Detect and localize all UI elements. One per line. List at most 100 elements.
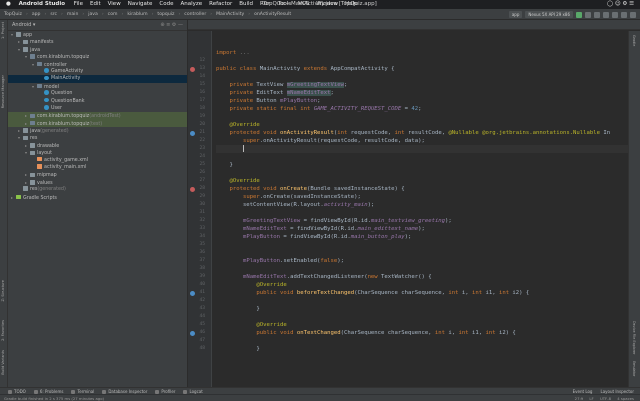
code-line[interactable]: public void beforeTextChanged(CharSequen… — [216, 289, 529, 297]
breadcrumb-item[interactable]: MainActivity — [216, 9, 244, 19]
tree-item[interactable]: activity_main.xml — [8, 164, 187, 171]
breadcrumb-item[interactable]: java — [88, 9, 98, 19]
tree-item[interactable]: ▾ res — [8, 134, 187, 141]
menu-build[interactable]: Build — [239, 0, 253, 9]
code-line[interactable]: mGreetingTextView = findViewById(R.id.ma… — [216, 217, 452, 225]
code-line[interactable]: private static final int GAME_ACTIVITY_R… — [216, 105, 421, 113]
avd-manager-icon[interactable] — [612, 11, 618, 18]
tree-item[interactable]: ▸ mipmap — [8, 171, 187, 178]
code-line[interactable]: @Override — [216, 177, 259, 185]
menu-view[interactable]: View — [108, 0, 121, 9]
tree-item[interactable]: GameActivity — [8, 68, 187, 75]
tree-item[interactable]: ▾ controller — [8, 61, 187, 68]
code-line[interactable]: protected void onActivityResult(int requ… — [216, 129, 610, 137]
tree-item[interactable]: ▾ java — [8, 46, 187, 53]
menu-edit[interactable]: Edit — [90, 0, 101, 9]
override-marker-icon[interactable] — [190, 330, 195, 336]
indent-setting[interactable]: 4 spaces — [617, 396, 634, 401]
sync-icon[interactable] — [603, 11, 609, 18]
override-marker-icon[interactable] — [190, 290, 195, 296]
menu-navigate[interactable]: Navigate — [128, 0, 153, 9]
search-icon[interactable] — [630, 11, 636, 18]
code-line[interactable]: mNameEditText.addTextChangedListener(new… — [216, 273, 432, 281]
code-line[interactable]: public class MainActivity extends AppCom… — [216, 65, 395, 73]
file-encoding[interactable]: UTF-8 — [600, 396, 611, 401]
tree-item[interactable]: ▸ manifests — [8, 38, 187, 45]
code-line[interactable]: mNameEditText = findViewById(R.id.main_e… — [216, 225, 425, 233]
code-line[interactable]: @Override — [216, 121, 259, 129]
left-tab-2[interactable]: Z: Structure — [1, 280, 7, 302]
code-line[interactable]: mPlayButton = findViewById(R.id.main_but… — [216, 233, 411, 241]
tree-item[interactable]: ▸ com.kirablum.topquiz(androidTest) — [8, 112, 187, 120]
override-marker-icon[interactable] — [190, 130, 195, 136]
caret-position[interactable]: 27:9 — [575, 396, 584, 401]
tree-item[interactable]: MainActivity — [8, 75, 187, 83]
code-line[interactable]: protected void onCreate(Bundle savedInst… — [216, 185, 404, 193]
code-line[interactable]: super.onActivityResult(requestCode, resu… — [216, 137, 425, 145]
tree-item[interactable]: res(generated) — [8, 186, 187, 193]
right-tab-2[interactable]: Emulator — [632, 361, 636, 376]
status-message[interactable]: Gradle build finished in 2 s 375 ms (27 … — [4, 396, 104, 401]
project-panel-header[interactable]: Android ▾ ⊕ ≡ ⚙ — — [8, 20, 187, 31]
left-tab-4[interactable]: Build Variants — [1, 350, 7, 375]
breadcrumb-item[interactable]: main — [67, 9, 78, 19]
tree-item[interactable]: ▸ Gradle Scripts — [8, 194, 187, 201]
breadcrumb-item[interactable]: src — [50, 9, 57, 19]
tree-item[interactable]: QuestionBank — [8, 97, 187, 105]
breadcrumb-item[interactable]: com — [108, 9, 118, 19]
menu-code[interactable]: Code — [159, 0, 173, 9]
breadcrumb-item[interactable]: app — [32, 9, 41, 19]
code-line[interactable]: super.onCreate(savedInstanceState); — [216, 193, 361, 201]
code-line[interactable]: } — [216, 161, 232, 169]
tree-item[interactable]: ▸ java(generated) — [8, 127, 187, 134]
apple-icon[interactable]: ● — [6, 0, 11, 9]
left-tab-0[interactable]: 1: Project — [1, 22, 7, 39]
code-line[interactable] — [216, 145, 628, 153]
tree-item[interactable]: ▾ app — [8, 31, 187, 38]
code-line[interactable]: setContentView(R.layout.activity_main); — [216, 201, 374, 209]
profile-icon[interactable] — [594, 11, 600, 18]
code-line[interactable]: @Override — [216, 281, 286, 289]
code-line[interactable]: mPlayButton.setEnabled(false); — [216, 257, 344, 265]
left-tab-1[interactable]: Resource Manager — [1, 75, 7, 108]
code-line[interactable]: } — [216, 305, 259, 313]
sdk-manager-icon[interactable] — [621, 11, 627, 18]
menu-analyze[interactable]: Analyze — [180, 0, 202, 9]
breadcrumb-item[interactable]: TopQuiz — [4, 9, 22, 19]
breadcrumb-item[interactable]: kirablum — [127, 9, 147, 19]
override-marker-icon[interactable] — [190, 186, 195, 192]
module-selector[interactable]: app — [508, 11, 523, 18]
breadcrumb-item[interactable]: onActivityResult — [254, 9, 291, 19]
menu-file[interactable]: File — [74, 0, 83, 9]
project-view-selector[interactable]: Android — [12, 22, 31, 28]
run-icon[interactable] — [576, 11, 582, 18]
device-selector[interactable]: Nexus 5X API 29 x86 — [525, 11, 573, 18]
tree-item[interactable]: ▾ layout — [8, 149, 187, 156]
tree-item[interactable]: Question — [8, 90, 187, 97]
code-line[interactable]: @Override — [216, 321, 286, 329]
right-tab-0[interactable]: Gradle — [632, 35, 636, 46]
tree-item[interactable]: ▾ model — [8, 83, 187, 90]
project-panel-tools[interactable]: ⊕ ≡ ⚙ — — [160, 20, 183, 31]
breadcrumb-item[interactable]: topquiz — [157, 9, 174, 19]
debug-icon[interactable] — [585, 11, 591, 18]
tree-item[interactable]: ▸ values — [8, 179, 187, 186]
code-line[interactable]: public void onTextChanged(CharSequence c… — [216, 329, 515, 337]
breadcrumb-item[interactable]: controller — [184, 9, 206, 19]
right-tab-1[interactable]: Device File Explorer — [632, 321, 636, 355]
left-tab-3[interactable]: 2: Favorites — [1, 320, 7, 341]
code-line[interactable]: private EditText mNameEditText; — [216, 89, 334, 97]
code-line[interactable]: } — [216, 345, 259, 353]
tree-item[interactable]: User — [8, 105, 187, 112]
code-editor[interactable]: import ... public class MainActivity exte… — [213, 31, 628, 387]
tree-item[interactable]: ▾ com.kirablum.topquiz — [8, 53, 187, 60]
override-marker-icon[interactable] — [190, 66, 195, 72]
code-line[interactable]: private Button mPlayButton; — [216, 97, 320, 105]
menu-refactor[interactable]: Refactor — [209, 0, 232, 9]
line-separator[interactable]: LF — [589, 396, 593, 401]
tree-item[interactable]: ▸ com.kirablum.topquiz(test) — [8, 119, 187, 128]
code-line[interactable]: import ... — [216, 49, 250, 57]
app-menu[interactable]: Android Studio — [19, 0, 65, 9]
code-line[interactable]: private TextView mGreetingTextView; — [216, 81, 347, 89]
tree-item[interactable]: ▸ drawable — [8, 142, 187, 149]
